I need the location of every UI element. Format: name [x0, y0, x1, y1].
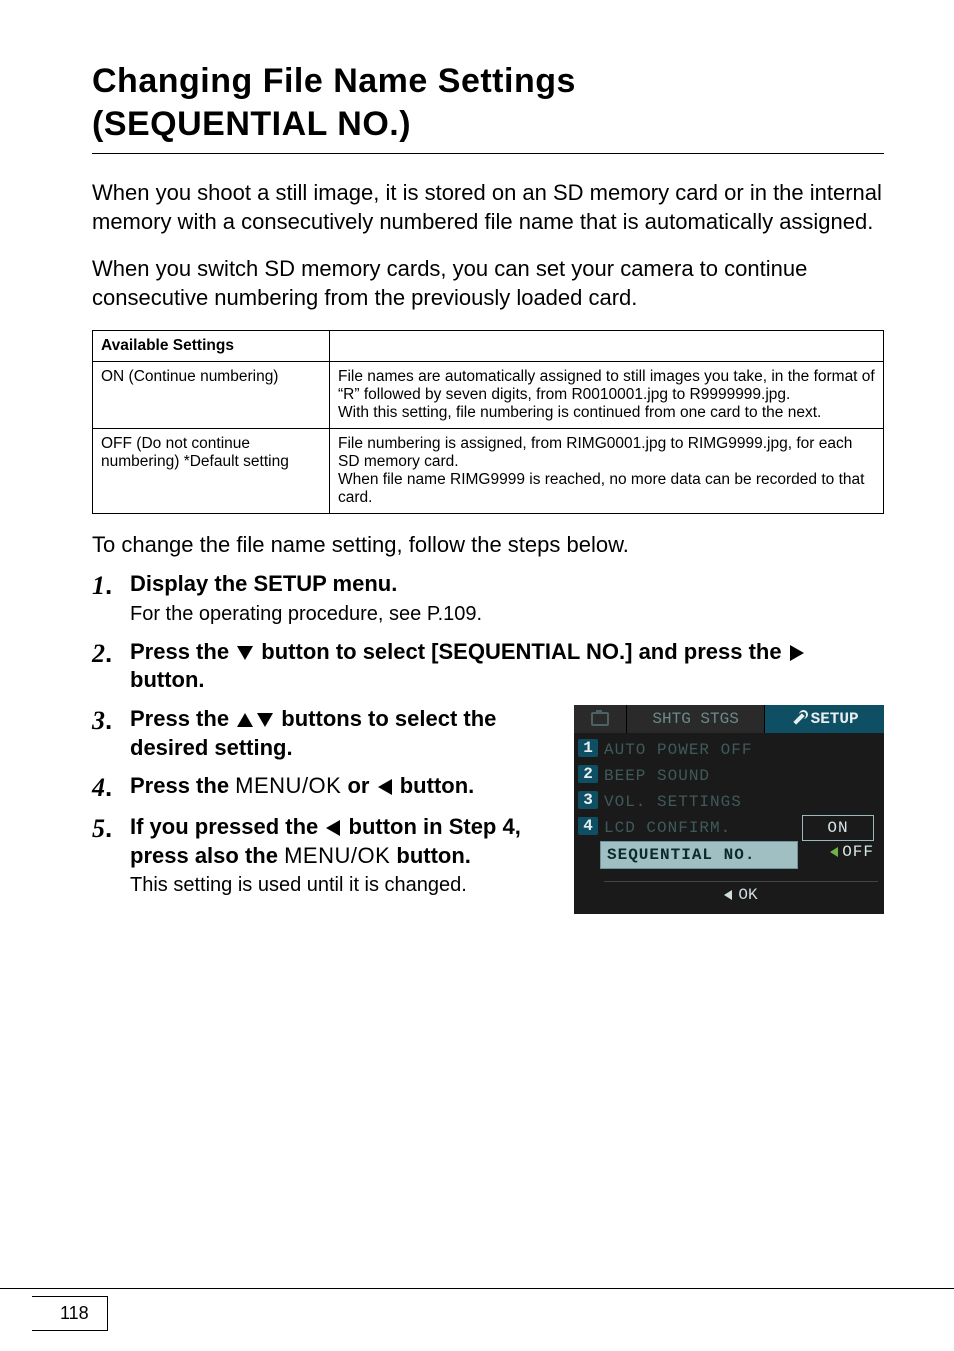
- menu-ok-glyph: MENU/OK: [284, 843, 390, 868]
- intro-paragraph-2: When you switch SD memory cards, you can…: [92, 254, 884, 312]
- text: Press the: [130, 639, 235, 664]
- step-3: 3. Press the buttons to select the desir…: [92, 705, 550, 762]
- step-number: 1.: [92, 570, 130, 601]
- lcd-tab-setup: SETUP: [765, 705, 884, 733]
- step-title: Press the MENU/OK or button.: [130, 772, 550, 801]
- lcd-page-indicator: 4: [578, 817, 598, 835]
- setting-desc: File names are automatically assigned to…: [330, 362, 884, 429]
- lcd-value-off: OFF: [830, 843, 874, 861]
- down-arrow-icon: [257, 713, 273, 727]
- title-rule: [92, 153, 884, 154]
- right-arrow-icon: [790, 645, 804, 661]
- lcd-body: 1 2 3 4 AUTO POWER OFF BEEP SOUND VOL. S…: [574, 733, 884, 910]
- wrench-icon: [791, 711, 807, 727]
- left-arrow-icon: [378, 779, 392, 795]
- title-line-1: Changing File Name Settings: [92, 62, 576, 100]
- lcd-menu-item: VOL. SETTINGS: [604, 789, 878, 815]
- step-title: Display the SETUP menu.: [130, 570, 884, 599]
- table-row: OFF (Do not continue numbering) *Default…: [93, 429, 884, 514]
- text: button to select [SEQUENTIAL NO.] and pr…: [261, 639, 787, 664]
- after-table-text: To change the file name setting, follow …: [92, 532, 884, 558]
- left-arrow-icon: [830, 847, 838, 857]
- setting-name: ON (Continue numbering): [93, 362, 330, 429]
- lcd-ok-label: OK: [738, 886, 757, 904]
- step-number: 5.: [92, 813, 130, 844]
- text: button.: [396, 843, 471, 868]
- lcd-tab-shtg: SHTG STGS: [627, 705, 765, 733]
- left-arrow-icon: [724, 890, 732, 900]
- step-number: 2.: [92, 638, 130, 669]
- lcd-off-label: OFF: [842, 843, 874, 861]
- step-number: 4.: [92, 772, 130, 803]
- lcd-menu-item: AUTO POWER OFF: [604, 737, 878, 763]
- setting-desc: File numbering is assigned, from RIMG000…: [330, 429, 884, 514]
- lcd-tab-label: SHTG STGS: [652, 710, 738, 728]
- footer-rule: [0, 1288, 954, 1289]
- steps-list: 1. Display the SETUP menu. For the opera…: [92, 570, 884, 695]
- text: button.: [130, 667, 205, 692]
- step-number: 3.: [92, 705, 130, 736]
- setting-name: OFF (Do not continue numbering) *Default…: [93, 429, 330, 514]
- text: Press the: [130, 773, 235, 798]
- lcd-value-on: ON: [802, 815, 874, 841]
- camera-icon: [591, 712, 609, 726]
- table-row: ON (Continue numbering) File names are a…: [93, 362, 884, 429]
- lcd-tab-label: SETUP: [811, 710, 859, 728]
- text: Press the: [130, 706, 235, 731]
- page-number: 118: [32, 1296, 108, 1331]
- settings-table: Available Settings ON (Continue numberin…: [92, 330, 884, 514]
- lcd-footer: OK: [604, 881, 878, 908]
- text: If you pressed the: [130, 814, 324, 839]
- text: or: [347, 773, 375, 798]
- intro-paragraph-1: When you shoot a still image, it is stor…: [92, 178, 884, 236]
- lcd-page-indicator: 3: [578, 791, 598, 809]
- step-title: Press the button to select [SEQUENTIAL N…: [130, 638, 884, 695]
- step-title: If you pressed the button in Step 4, pre…: [130, 813, 550, 870]
- lcd-menu-item-selected: SEQUENTIAL NO.: [600, 841, 798, 869]
- step-1: 1. Display the SETUP menu. For the opera…: [92, 570, 884, 628]
- table-header-blank: [330, 331, 884, 362]
- lcd-preview: SHTG STGS SETUP 1 2 3 4 AUTO POWER OFF B…: [574, 705, 884, 914]
- lower-columns: 3. Press the buttons to select the desir…: [92, 705, 884, 914]
- steps-list-cont: 3. Press the buttons to select the desir…: [92, 705, 550, 900]
- menu-ok-glyph: MENU/OK: [235, 773, 341, 798]
- lcd-menu-item: BEEP SOUND: [604, 763, 878, 789]
- lcd-page-indicator: 1: [578, 739, 598, 757]
- lcd-tabs: SHTG STGS SETUP: [574, 705, 884, 733]
- step-subtext: This setting is used until it is changed…: [130, 872, 550, 899]
- step-2: 2. Press the button to select [SEQUENTIA…: [92, 638, 884, 695]
- down-arrow-icon: [237, 646, 253, 660]
- step-subtext: For the operating procedure, see P.109.: [130, 601, 884, 628]
- page: Changing File Name Settings (SEQUENTIAL …: [0, 0, 954, 1351]
- step-title: Press the buttons to select the desired …: [130, 705, 550, 762]
- text: button.: [400, 773, 475, 798]
- step-4: 4. Press the MENU/OK or button.: [92, 772, 550, 803]
- lcd-tab-camera: [574, 705, 627, 733]
- page-title: Changing File Name Settings (SEQUENTIAL …: [92, 60, 884, 145]
- lcd-page-indicator: 2: [578, 765, 598, 783]
- step-5: 5. If you pressed the button in Step 4, …: [92, 813, 550, 899]
- left-arrow-icon: [326, 820, 340, 836]
- up-arrow-icon: [237, 713, 253, 727]
- table-header-label: Available Settings: [93, 331, 330, 362]
- title-line-2: (SEQUENTIAL NO.): [92, 105, 411, 143]
